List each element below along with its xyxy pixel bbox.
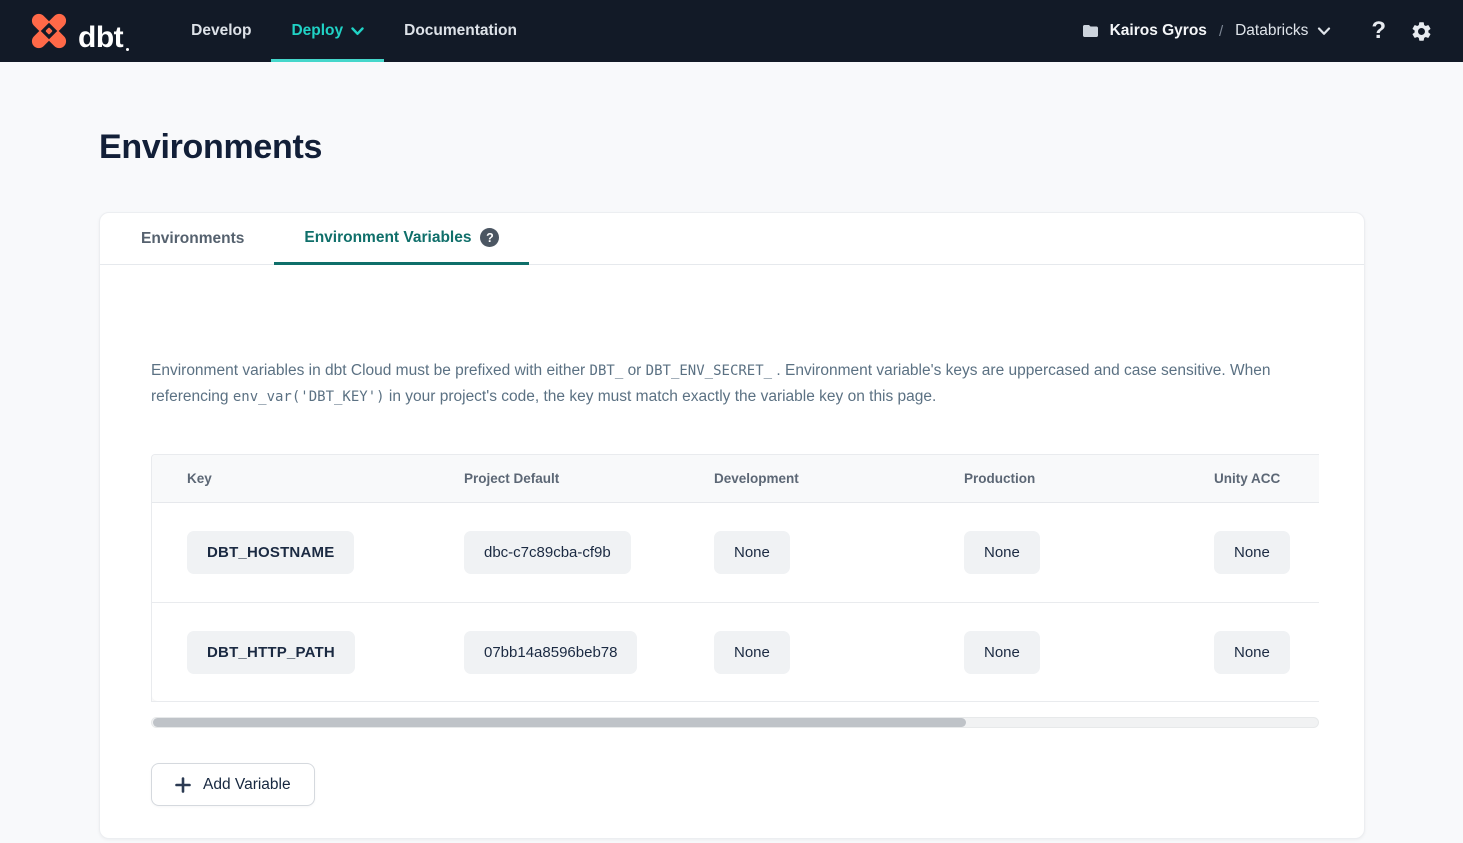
cell-unity-acc: None bbox=[1179, 631, 1319, 674]
nav-item-develop-label: Develop bbox=[191, 22, 251, 40]
variables-table: Key Project Default Development Producti… bbox=[151, 454, 1319, 702]
tab-environments-label: Environments bbox=[141, 230, 244, 248]
nav-item-documentation[interactable]: Documentation bbox=[384, 0, 537, 62]
table-column-header: Key bbox=[152, 471, 429, 486]
card-body: Environment variables in dbt Cloud must … bbox=[100, 358, 1364, 838]
production-value-chip: None bbox=[964, 631, 1040, 674]
dbt-logo-icon bbox=[27, 9, 71, 53]
variable-key-chip: DBT_HTTP_PATH bbox=[187, 631, 355, 674]
main-menu: Develop Deploy Documentation bbox=[171, 0, 537, 62]
nav-right-section: Kairos Gyros / Databricks ? bbox=[1080, 19, 1433, 43]
unity-acc-value-chip: None bbox=[1214, 631, 1290, 674]
description-segment: env_var('DBT_KEY') bbox=[233, 389, 385, 405]
table-column-header: Unity ACC bbox=[1179, 471, 1319, 486]
cell-production: None bbox=[929, 531, 1179, 574]
unity-acc-value-chip: None bbox=[1214, 531, 1290, 574]
project-default-chip: dbc-c7c89cba-cf9b bbox=[464, 531, 631, 574]
nav-item-deploy-label: Deploy bbox=[291, 22, 343, 40]
breadcrumb-separator: / bbox=[1216, 23, 1226, 40]
table-column-header: Development bbox=[679, 471, 929, 486]
folder-icon bbox=[1080, 22, 1101, 40]
project-breadcrumb[interactable]: Kairos Gyros / Databricks bbox=[1080, 22, 1332, 40]
chevron-down-icon bbox=[1317, 27, 1331, 36]
table-row: DBT_HTTP_PATH 07bb14a8596beb78 None None bbox=[152, 602, 1319, 701]
table-column-header: Project Default bbox=[429, 471, 679, 486]
nav-item-documentation-label: Documentation bbox=[404, 22, 517, 40]
horizontal-scrollbar-track[interactable] bbox=[151, 717, 1319, 728]
cell-key: DBT_HOSTNAME bbox=[152, 531, 429, 574]
plus-icon bbox=[175, 777, 191, 793]
variable-key-chip: DBT_HOSTNAME bbox=[187, 531, 354, 574]
gear-icon[interactable] bbox=[1410, 20, 1433, 43]
table-header-row: Key Project Default Development Producti… bbox=[152, 455, 1319, 503]
dbt-logo[interactable]: dbt bbox=[27, 9, 129, 53]
horizontal-scrollbar-thumb[interactable] bbox=[153, 718, 966, 727]
production-value-chip: None bbox=[964, 531, 1040, 574]
description-segment: Environment variables in dbt Cloud must … bbox=[151, 362, 590, 379]
project-default-chip: 07bb14a8596beb78 bbox=[464, 631, 637, 674]
environments-card: Environments Environment Variables ? Env… bbox=[99, 212, 1365, 839]
help-icon[interactable]: ? bbox=[1371, 19, 1386, 43]
cell-project-default: 07bb14a8596beb78 bbox=[429, 631, 679, 674]
project-name: Kairos Gyros bbox=[1110, 22, 1207, 40]
nav-item-develop[interactable]: Develop bbox=[171, 0, 271, 62]
tab-environment-variables[interactable]: Environment Variables ? bbox=[274, 213, 529, 265]
active-nav-underline bbox=[271, 59, 384, 62]
cell-development: None bbox=[679, 631, 929, 674]
add-variable-label: Add Variable bbox=[203, 776, 291, 794]
connection-name: Databricks bbox=[1235, 22, 1308, 40]
description-segment: DBT_ENV_SECRET_ bbox=[646, 363, 772, 379]
add-variable-button[interactable]: Add Variable bbox=[151, 763, 315, 806]
table-row: DBT_HOSTNAME dbc-c7c89cba-cf9b None None bbox=[152, 503, 1319, 602]
page-title: Environments bbox=[99, 128, 1463, 167]
development-value-chip: None bbox=[714, 531, 790, 574]
description-segment: DBT_ bbox=[590, 363, 624, 379]
cell-key: DBT_HTTP_PATH bbox=[152, 631, 429, 674]
tab-bar: Environments Environment Variables ? bbox=[100, 213, 1364, 265]
table-body: DBT_HOSTNAME dbc-c7c89cba-cf9b None None bbox=[152, 503, 1319, 701]
description-segment: or bbox=[628, 362, 646, 379]
env-var-description: Environment variables in dbt Cloud must … bbox=[151, 358, 1327, 410]
tab-help-icon[interactable]: ? bbox=[480, 228, 499, 247]
nav-item-deploy[interactable]: Deploy bbox=[271, 0, 384, 62]
cell-project-default: dbc-c7c89cba-cf9b bbox=[429, 531, 679, 574]
development-value-chip: None bbox=[714, 631, 790, 674]
cell-development: None bbox=[679, 531, 929, 574]
cell-unity-acc: None bbox=[1179, 531, 1319, 574]
page-content: Environments Environments Environment Va… bbox=[0, 128, 1463, 839]
description-segment: in your project's code, the key must mat… bbox=[389, 388, 936, 405]
dbt-logo-wordmark: dbt bbox=[78, 23, 129, 53]
top-navigation: dbt Develop Deploy Documentation K bbox=[0, 0, 1463, 62]
cell-production: None bbox=[929, 631, 1179, 674]
tab-environments[interactable]: Environments bbox=[120, 213, 265, 265]
table-column-header: Production bbox=[929, 471, 1179, 486]
tab-environment-variables-label: Environment Variables bbox=[304, 229, 471, 247]
chevron-down-icon bbox=[351, 27, 364, 36]
